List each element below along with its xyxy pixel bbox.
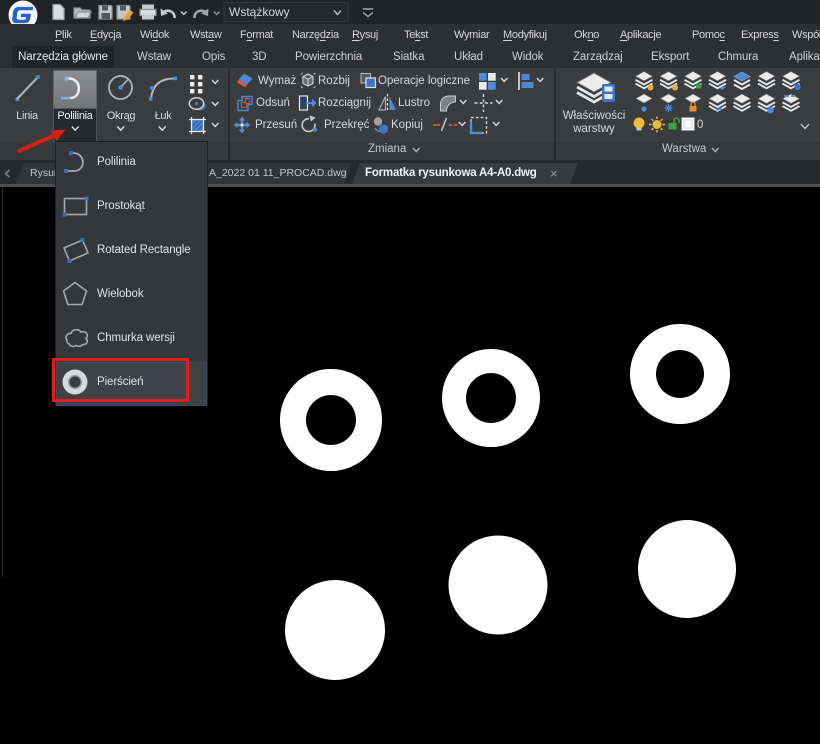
svg-text:Wstążkowy: Wstążkowy (229, 5, 290, 19)
